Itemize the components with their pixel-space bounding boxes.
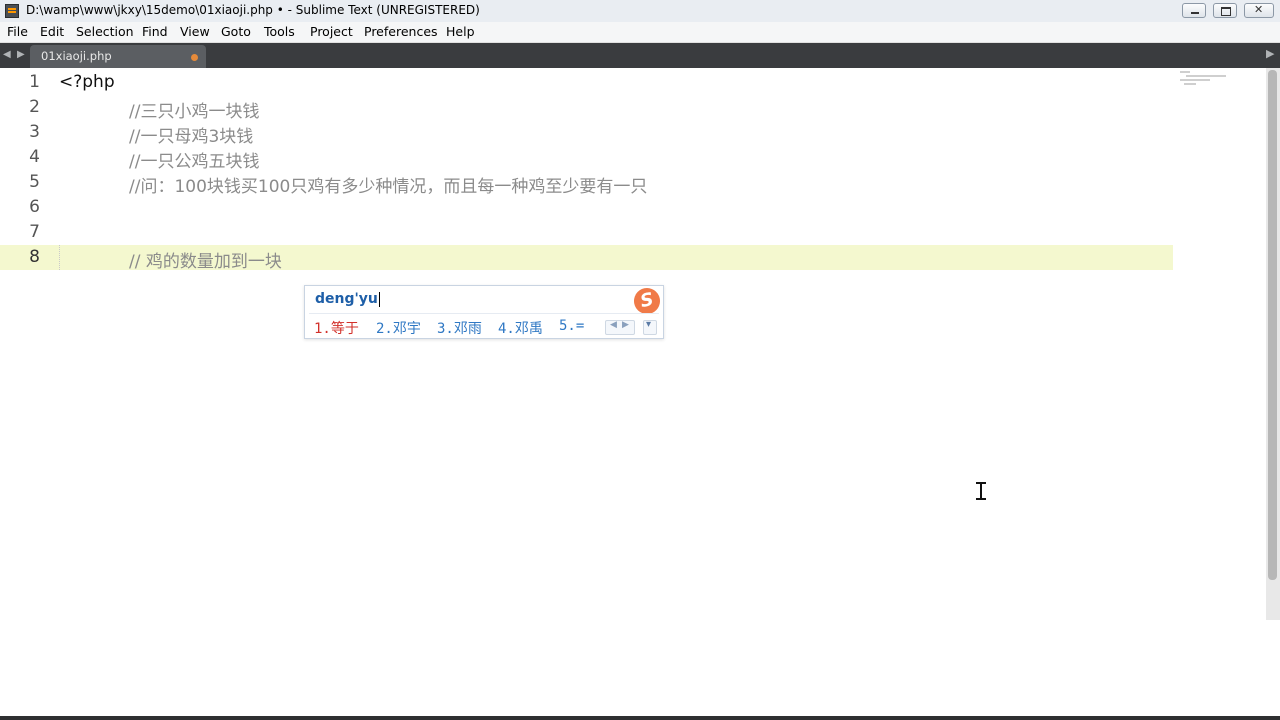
title-bar: D:\wamp\www\jkxy\15demo\01xiaoji.php • -… [0,0,1280,23]
line-number: 7 [29,222,40,242]
indent-guide [59,245,61,270]
maximize-icon[interactable] [1213,3,1237,18]
page-next-icon[interactable]: ▶ [622,320,629,330]
menu-view[interactable]: View [180,24,210,39]
triangle-right-icon[interactable]: ▶ [17,49,25,60]
menu-help[interactable]: Help [446,24,475,39]
page-arrows-icon[interactable]: ◀ ▶ [605,320,635,335]
ime-divider [309,313,659,314]
ime-pinyin-text: deng'yu [315,291,378,307]
menu-tools[interactable]: Tools [264,24,295,39]
scrollbar-thumb[interactable] [1268,70,1277,580]
code-line[interactable]: //三只小鸡一块钱 [129,97,259,122]
modified-dot-icon[interactable] [191,54,198,61]
ime-pinyin-input: deng'yu [315,291,380,307]
menu-find[interactable]: Find [142,24,168,39]
line-number: 1 [29,72,40,92]
line-number: 6 [29,197,40,217]
minimap-line [1186,75,1226,77]
ime-candidate[interactable]: 4.邓禹 [498,318,543,338]
triangle-left-icon[interactable]: ◀ [3,49,11,60]
window-title: D:\wamp\www\jkxy\15demo\01xiaoji.php • -… [26,3,480,17]
page-prev-icon[interactable]: ◀ [610,320,617,330]
editor-area[interactable]: 1 2 3 4 5 6 7 8 <?php //三只小鸡一块钱 //一只母鸡3块… [0,68,1266,716]
chevron-down-icon[interactable] [643,319,657,335]
minimap-line [1180,79,1210,81]
menu-bar: File Edit Selection Find View Goto Tools… [0,22,1280,43]
code-line[interactable]: //问：100块钱买100只鸡有多少种情况，而且每一种鸡至少要有一只 [129,172,647,197]
tab-list-icon[interactable]: ▶ [1266,47,1274,60]
line-number: 3 [29,122,40,142]
ime-text-cursor [378,291,380,307]
line-number: 2 [29,97,40,117]
status-strip [0,716,1280,720]
minimap[interactable] [1176,70,1236,90]
close-icon[interactable] [1244,3,1274,18]
ime-candidate[interactable]: 5.= [559,318,584,334]
code-line[interactable]: //一只母鸡3块钱 [129,122,253,147]
code-line[interactable]: //一只公鸡五块钱 [129,147,259,172]
menu-project[interactable]: Project [310,24,353,39]
code-line[interactable]: <?php [59,72,115,92]
menu-preferences[interactable]: Preferences [364,24,438,39]
line-number: 5 [29,172,40,192]
tab-bar: ◀ ▶ 01xiaoji.php ▶ [0,43,1280,68]
menu-selection[interactable]: Selection [76,24,134,39]
line-number: 4 [29,147,40,167]
ime-candidate-window: deng'yu S 1.等于 2.邓宇 3.邓雨 4.邓禹 5.= ◀ ▶ [304,285,664,339]
minimap-line [1184,83,1196,85]
ibeam-cursor-icon [976,482,986,500]
minimap-line [1180,71,1190,73]
tab-01xiaoji[interactable]: 01xiaoji.php [30,45,206,68]
ime-candidate[interactable]: 1.等于 [314,318,359,338]
minimize-icon[interactable] [1182,3,1206,18]
menu-edit[interactable]: Edit [40,24,64,39]
menu-goto[interactable]: Goto [221,24,251,39]
ime-candidate[interactable]: 3.邓雨 [437,318,482,338]
sogou-ime-icon[interactable]: S [631,285,663,317]
ime-candidate[interactable]: 2.邓宇 [376,318,421,338]
tab-label: 01xiaoji.php [41,49,112,63]
line-number-current: 8 [29,247,40,267]
sublime-text-icon [5,4,19,18]
menu-file[interactable]: File [7,24,28,39]
code-line-current[interactable]: // 鸡的数量加到一块 [129,247,282,272]
